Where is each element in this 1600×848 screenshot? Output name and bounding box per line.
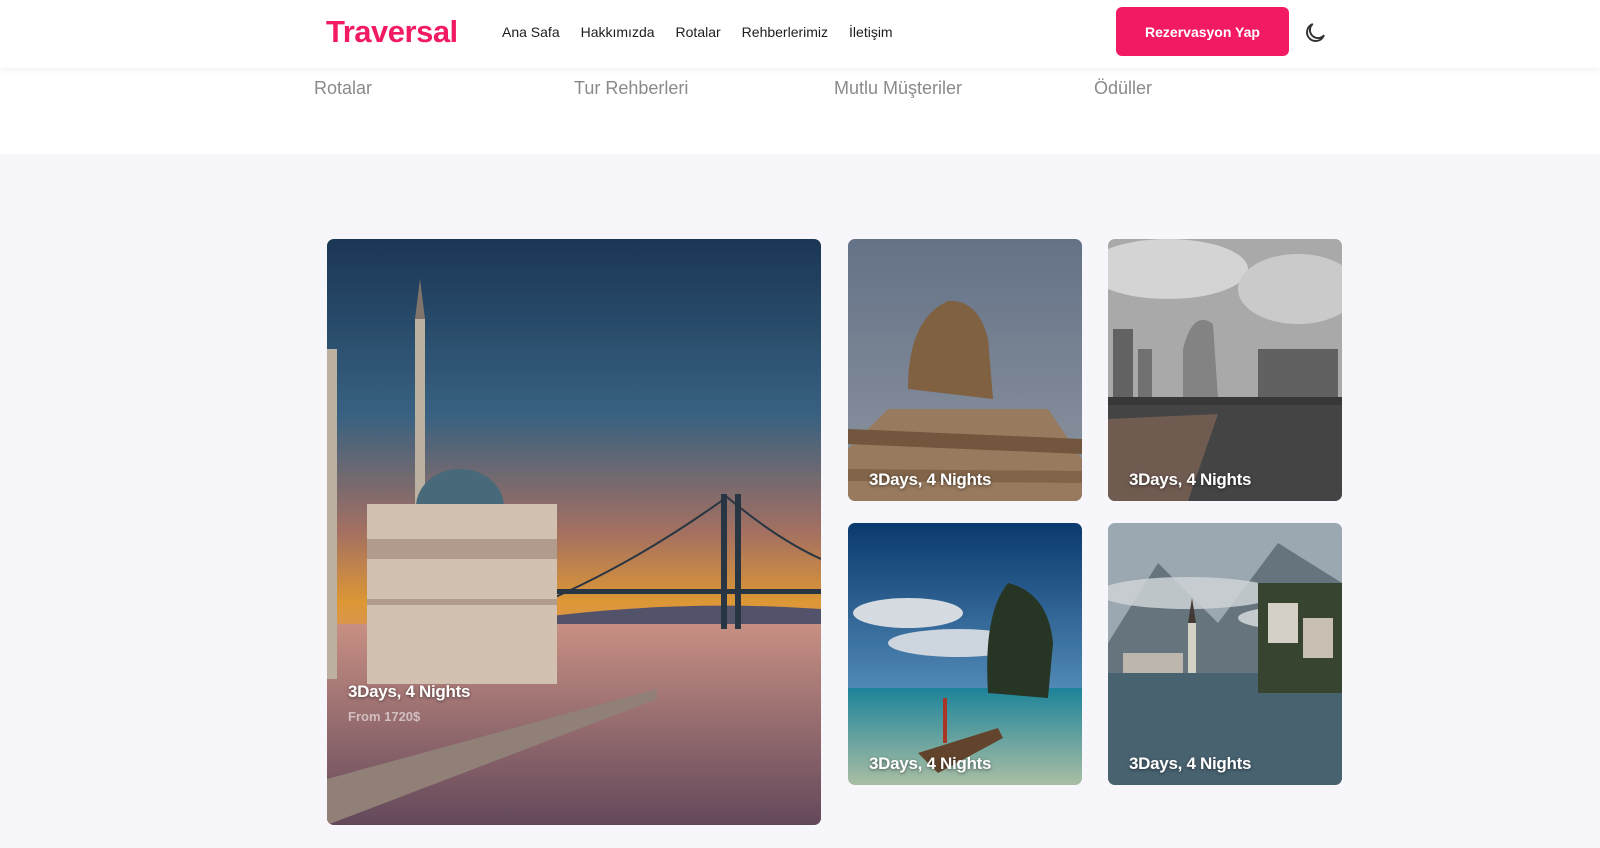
tour-duration-label: 3Days, 4 Nights (1129, 754, 1252, 773)
nav-link-about[interactable]: Hakkımızda (581, 24, 655, 40)
tour-duration-label: 3Days, 4 Nights (348, 682, 471, 701)
tour-duration-label: 3Days, 4 Nights (1129, 470, 1252, 489)
reservation-button[interactable]: Rezervasyon Yap (1116, 7, 1289, 56)
stat-label-customers: Mutlu Müşteriler (834, 78, 963, 98)
nav-link-contact[interactable]: İletişim (849, 24, 893, 40)
nav-link-home[interactable]: Ana Safa (502, 24, 560, 40)
stat-label-routes: Rotalar (314, 78, 373, 98)
top-navbar: Traversal Ana Safa Hakkımızda Rotalar Re… (0, 0, 1600, 68)
tour-card-hallstatt[interactable]: 3Days, 4 Nights (1108, 523, 1342, 785)
nav-link-routes[interactable]: Rotalar (676, 24, 721, 40)
main-nav: Ana Safa Hakkımızda Rotalar Rehberlerimi… (502, 24, 893, 40)
moon-icon[interactable] (1302, 20, 1328, 46)
tour-card-egypt[interactable]: 3Days, 4 Nights (848, 239, 1082, 501)
stat-label-guides: Tur Rehberleri (574, 78, 689, 98)
nav-link-guides[interactable]: Rehberlerimiz (742, 24, 828, 40)
brand-logo[interactable]: Traversal (326, 14, 458, 50)
tour-card-thailand[interactable]: 3Days, 4 Nights (848, 523, 1082, 785)
tour-card-singapore[interactable]: 3Days, 4 Nights (1108, 239, 1342, 501)
tour-duration-label: 3Days, 4 Nights (869, 470, 992, 489)
stat-label-awards: Ödüller (1094, 78, 1153, 98)
tour-card-featured[interactable]: 3Days, 4 Nights From 1720$ (327, 239, 821, 825)
tour-price-label: From 1720$ (348, 709, 421, 724)
tour-duration-label: 3Days, 4 Nights (869, 754, 992, 773)
stats-strip: Rotalar Tur Rehberleri Mutlu Müşteriler … (0, 68, 1600, 154)
